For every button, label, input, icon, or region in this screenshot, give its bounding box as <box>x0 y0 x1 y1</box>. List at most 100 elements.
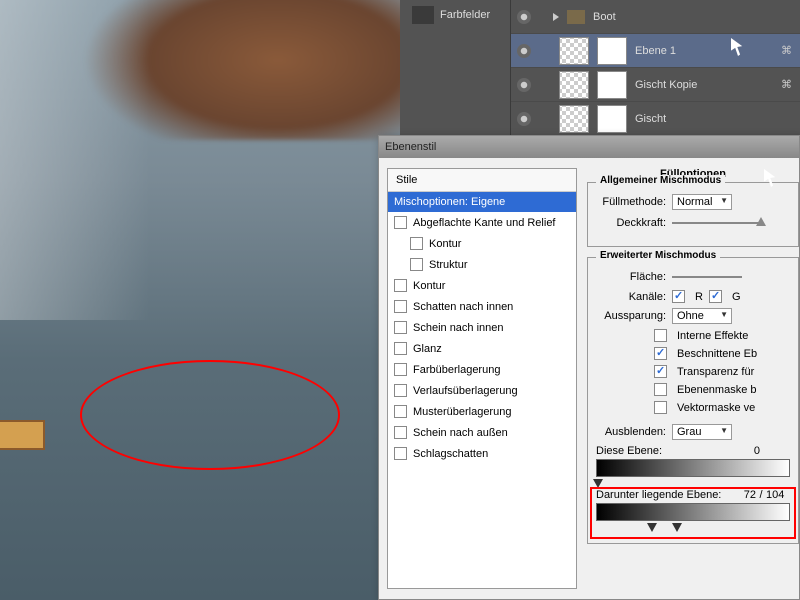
style-checkbox[interactable] <box>394 321 407 334</box>
opt-text: Ebenenmaske b <box>677 384 757 396</box>
opt3-checkbox[interactable] <box>654 365 667 378</box>
layer-row-gischt[interactable]: Gischt <box>511 102 800 136</box>
layer-thumbnail <box>559 71 589 99</box>
layer-row-gischtkopie[interactable]: Gischt Kopie ⌘ <box>511 68 800 102</box>
opacity-slider[interactable] <box>672 215 762 231</box>
visibility-icon[interactable] <box>517 44 531 58</box>
style-item[interactable]: Schein nach innen <box>388 317 576 338</box>
blend-slider-black[interactable] <box>593 479 603 488</box>
blend-slider-1[interactable] <box>647 523 657 532</box>
visibility-icon[interactable] <box>517 10 531 24</box>
canvas-viewport <box>0 0 400 600</box>
water-splash <box>0 0 150 320</box>
channel-g-checkbox[interactable] <box>709 290 722 303</box>
group-title: Allgemeiner Mischmodus <box>596 175 725 186</box>
layer-mask-thumbnail <box>597 37 627 65</box>
blend-mode-label: Füllmethode: <box>596 196 666 208</box>
cursor-icon <box>731 38 745 56</box>
layer-row-ebene1[interactable]: Ebene 1 ⌘ <box>511 34 800 68</box>
layer-thumbnail <box>559 37 589 65</box>
style-label: Verlaufsüberlagerung <box>413 385 570 397</box>
visibility-icon[interactable] <box>517 78 531 92</box>
style-label: Schatten nach innen <box>413 301 570 313</box>
general-blend-group: Allgemeiner Mischmodus Füllmethode: Norm… <box>587 182 799 247</box>
style-checkbox[interactable] <box>394 342 407 355</box>
group-title: Erweiterter Mischmodus <box>596 250 720 261</box>
blend-slider-2[interactable] <box>672 523 682 532</box>
style-label: Glanz <box>413 343 570 355</box>
boat-graphic <box>0 420 45 450</box>
style-item[interactable]: Musterüberlagerung <box>388 401 576 422</box>
style-item[interactable]: Schlagschatten <box>388 443 576 464</box>
channels-label: Kanäle: <box>596 291 666 303</box>
style-item[interactable]: Schein nach außen <box>388 422 576 443</box>
expand-icon[interactable] <box>553 13 559 21</box>
style-item[interactable]: Mischoptionen: Eigene <box>388 192 576 212</box>
fill-opacity-label: Fläche: <box>596 271 666 283</box>
opt-text: Interne Effekte <box>677 330 748 342</box>
style-item[interactable]: Kontur <box>388 275 576 296</box>
style-label: Abgeflachte Kante und Relief <box>413 217 570 229</box>
style-label: Struktur <box>429 259 570 271</box>
opacity-label: Deckkraft: <box>596 217 666 229</box>
layers-panel: Boot Ebene 1 ⌘ Gischt Kopie ⌘ Gischt <box>510 0 800 135</box>
opt-text: Vektormaske ve <box>677 402 755 414</box>
under-layer-gradient[interactable] <box>596 503 790 521</box>
style-item[interactable]: Struktur <box>388 254 576 275</box>
layer-mask-thumbnail <box>597 71 627 99</box>
opt4-checkbox[interactable] <box>654 383 667 396</box>
style-item[interactable]: Verlaufsüberlagerung <box>388 380 576 401</box>
style-item[interactable]: Kontur <box>388 233 576 254</box>
opt5-checkbox[interactable] <box>654 401 667 414</box>
style-checkbox[interactable] <box>394 216 407 229</box>
knockout-label: Aussparung: <box>596 310 666 322</box>
layer-name: Boot <box>593 11 616 23</box>
style-checkbox[interactable] <box>394 384 407 397</box>
style-checkbox[interactable] <box>394 405 407 418</box>
opt1-checkbox[interactable] <box>654 329 667 342</box>
layer-name: Ebene 1 <box>635 45 676 57</box>
style-checkbox[interactable] <box>394 279 407 292</box>
blendif-label: Ausblenden: <box>596 426 666 438</box>
style-label: Farbüberlagerung <box>413 364 570 376</box>
style-item[interactable]: Abgeflachte Kante und Relief <box>388 212 576 233</box>
slash: / <box>756 489 766 501</box>
dialog-titlebar[interactable]: Ebenenstil <box>379 136 799 158</box>
style-checkbox[interactable] <box>410 258 423 271</box>
blendif-combo[interactable]: Grau <box>672 424 732 440</box>
opt-text: Beschnittene Eb <box>677 348 757 360</box>
link-mask-icon[interactable]: ⌘ <box>781 78 792 91</box>
layer-mask-thumbnail <box>597 105 627 133</box>
channel-r-text: R <box>695 291 703 303</box>
options-column: Fülloptionen Allgemeiner Mischmodus Füll… <box>577 158 799 599</box>
style-label: Schein nach außen <box>413 427 570 439</box>
link-mask-icon[interactable]: ⌘ <box>781 44 792 57</box>
folder-icon <box>567 10 585 24</box>
style-label: Schein nach innen <box>413 322 570 334</box>
style-item[interactable]: Farbüberlagerung <box>388 359 576 380</box>
style-checkbox[interactable] <box>410 237 423 250</box>
annotation-ellipse <box>80 360 340 470</box>
style-label: Mischoptionen: Eigene <box>394 196 570 208</box>
style-item[interactable]: Glanz <box>388 338 576 359</box>
visibility-icon[interactable] <box>517 112 531 126</box>
blend-mode-combo[interactable]: Normal <box>672 194 732 210</box>
this-layer-gradient[interactable] <box>596 459 790 477</box>
styles-list: Stile Mischoptionen: EigeneAbgeflachte K… <box>387 168 577 589</box>
knockout-combo[interactable]: Ohne <box>672 308 732 324</box>
layer-row-boot[interactable]: Boot <box>511 0 800 34</box>
under-to: 104 <box>766 489 790 501</box>
style-label: Schlagschatten <box>413 448 570 460</box>
style-checkbox[interactable] <box>394 363 407 376</box>
layer-name: Gischt <box>635 113 666 125</box>
under-layer-label: Darunter liegende Ebene: <box>596 489 732 501</box>
style-item[interactable]: Schatten nach innen <box>388 296 576 317</box>
panel-farbfelder[interactable]: Farbfelder <box>412 6 490 24</box>
layer-name: Gischt Kopie <box>635 79 697 91</box>
style-checkbox[interactable] <box>394 426 407 439</box>
opt2-checkbox[interactable] <box>654 347 667 360</box>
channel-r-checkbox[interactable] <box>672 290 685 303</box>
style-checkbox[interactable] <box>394 300 407 313</box>
fill-opacity-slider[interactable] <box>672 269 742 285</box>
style-checkbox[interactable] <box>394 447 407 460</box>
